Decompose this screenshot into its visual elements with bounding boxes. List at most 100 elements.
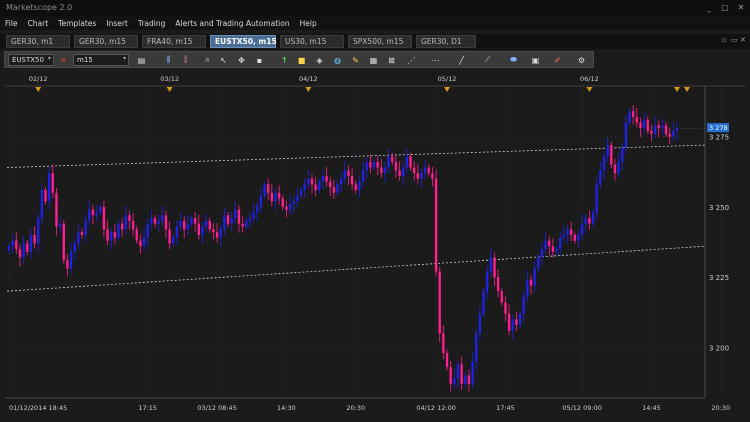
candle-body [398, 170, 401, 176]
instrument-value: EUSTX50 [12, 56, 44, 64]
cursor-icon[interactable]: ↖ [217, 54, 230, 66]
candle-body [361, 170, 365, 182]
candle-body [230, 218, 233, 224]
timeframe-select[interactable]: m15 ▾ [73, 54, 129, 66]
candle-body [485, 271, 489, 292]
candle-body [569, 229, 573, 235]
settings-icon[interactable]: ⚙ [575, 54, 588, 66]
candle-body [405, 156, 409, 168]
text-icon[interactable]: ▦ [367, 54, 380, 66]
candle-body [186, 223, 190, 230]
candle-body [365, 161, 368, 171]
tab-fra40-m15[interactable]: FRA40, m15 [142, 35, 206, 48]
candle-body [653, 125, 657, 134]
candle-body [675, 128, 679, 131]
pencil-icon[interactable]: ✎ [349, 54, 362, 66]
shape-icon[interactable]: ⬬ [507, 54, 520, 66]
properties-icon[interactable]: ▣ [529, 54, 542, 66]
candle-body [475, 333, 478, 362]
candle-body [580, 223, 584, 235]
candle-body [350, 175, 354, 185]
menu-file[interactable]: File [0, 19, 23, 28]
candle-body [551, 246, 555, 252]
fibonacci-icon[interactable]: ◍ [331, 54, 344, 66]
candle-body [332, 187, 336, 193]
candle-body [120, 223, 124, 230]
tab-us30-m15[interactable]: US30, m15 [280, 35, 344, 48]
restore-icon[interactable]: ▫ [722, 36, 727, 44]
instrument-select[interactable]: EUSTX50 ▾ [8, 54, 54, 66]
candle-body [40, 190, 44, 219]
remove-instrument-icon[interactable]: ✕ [57, 54, 70, 66]
candle-body [420, 173, 423, 179]
zoom-icon[interactable]: ⌕ [201, 54, 214, 66]
chevron-down-icon: ▾ [122, 55, 126, 62]
candle-body [135, 229, 138, 241]
menu-insert[interactable]: Insert [101, 19, 133, 28]
candle-body [95, 212, 98, 216]
bar-style-icon[interactable]: ⫼ [162, 54, 175, 66]
tab-ger30-m15[interactable]: GER30, m15 [74, 35, 138, 48]
candle-body [548, 240, 551, 247]
candle-body [318, 181, 321, 190]
line-icon[interactable]: ⋯ [429, 54, 442, 66]
tab-spx500-m15[interactable]: SPX500, m15 [348, 35, 412, 48]
candle-body [427, 167, 430, 174]
price-chart[interactable]: 3 200 3 225 3 250 3 275 01/12/2014 18:45 17:1… [5, 72, 745, 417]
candle-style-icon[interactable]: ⫿ [179, 54, 192, 66]
tab-ger30-d1[interactable]: GER30, D1 [416, 35, 476, 48]
candle-body [343, 170, 347, 179]
candle-body [99, 206, 102, 213]
candle-body [412, 167, 416, 174]
channel-icon[interactable]: ⋰ [405, 54, 418, 66]
menu-help[interactable]: Help [295, 19, 322, 28]
maximize-icon[interactable]: □ [720, 2, 730, 12]
candle-body [197, 223, 201, 235]
candle-body [128, 215, 131, 221]
delete-icon[interactable]: ⊠ [385, 54, 398, 66]
candle-body [354, 184, 357, 190]
candle-body [11, 240, 14, 247]
crosshair-icon[interactable]: ✥ [235, 54, 248, 66]
eraser-icon[interactable]: ✐ [551, 54, 564, 66]
candle-body [518, 313, 522, 325]
menu-chart[interactable]: Chart [23, 19, 54, 28]
candle-body [256, 206, 259, 213]
candle-body [423, 167, 427, 174]
candle-body [646, 119, 649, 131]
candle-body [274, 192, 277, 202]
candle-body [434, 178, 438, 272]
candle-body [58, 223, 62, 227]
chart-canvas[interactable]: 3 200 3 225 3 250 3 275 01/12/2014 18:45 17:1… [5, 72, 745, 417]
candle-body [526, 279, 529, 297]
close-icon[interactable]: ✕ [736, 2, 746, 12]
candle-body [639, 122, 642, 129]
menu-alerts[interactable]: Alerts and Trading Automation [170, 19, 294, 28]
tab-ger30-m1[interactable]: GER30, m1 [6, 35, 70, 48]
candle-body [146, 223, 149, 238]
close-icon[interactable]: ✕ [740, 36, 746, 44]
candle-body [252, 212, 255, 219]
chart-type-icon[interactable]: ▤ [135, 54, 148, 66]
minimize-icon[interactable]: _ [704, 2, 714, 12]
rectangle-icon[interactable]: ■ [295, 54, 308, 66]
square-icon[interactable]: ▪ [253, 54, 266, 66]
x-tick-label: 17:45 [496, 404, 515, 412]
candle-body [467, 375, 471, 384]
arrow-up-icon[interactable]: ↑ [278, 54, 291, 66]
menu-templates[interactable]: Templates [53, 19, 101, 28]
trendline-alt-icon[interactable]: ⟋ [481, 54, 494, 66]
candle-body [511, 319, 514, 331]
trendline-icon[interactable]: ╱ [455, 54, 468, 66]
ellipse-icon[interactable]: ◈ [313, 54, 326, 66]
tab-eustx50-m15[interactable]: EUSTX50, m15✕ [210, 35, 285, 48]
y-tick-label: 3 225 [709, 274, 729, 282]
menu-trading[interactable]: Trading [133, 19, 171, 28]
candle-body [507, 313, 511, 331]
candle-body [635, 116, 639, 123]
candle-body [376, 161, 379, 168]
candle-body [325, 175, 328, 182]
candle-body [610, 145, 613, 165]
float-icon[interactable]: ▭ [731, 36, 738, 44]
candle-body [515, 319, 518, 325]
